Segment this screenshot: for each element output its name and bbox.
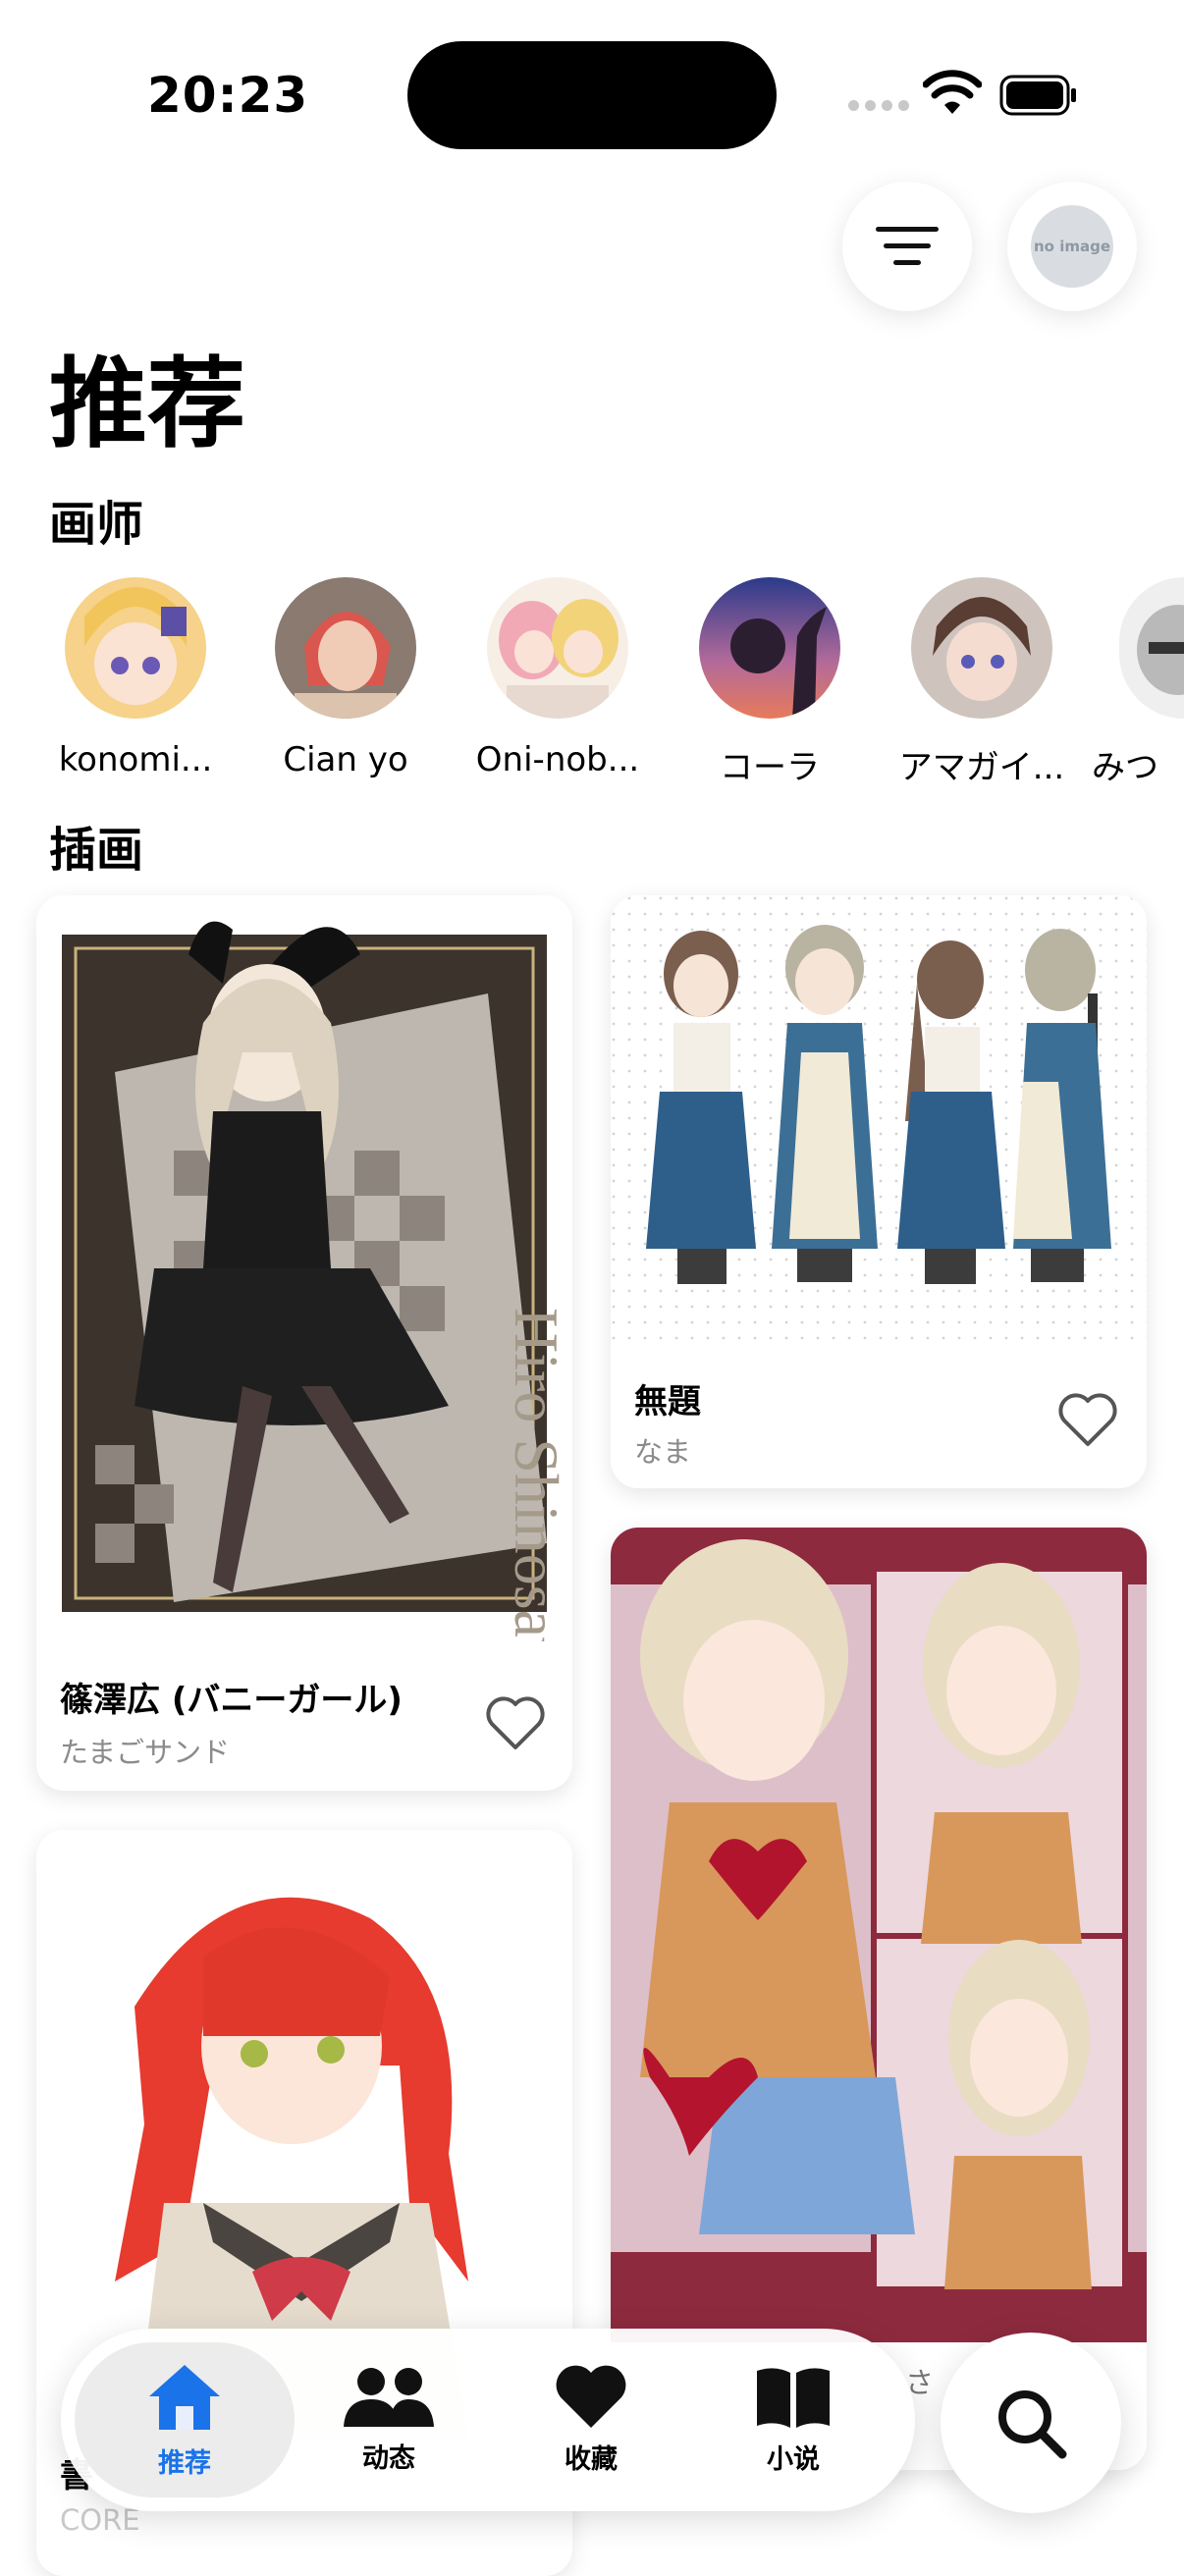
artist-name: konomi... — [58, 740, 213, 779]
artist-avatar — [699, 577, 840, 719]
dynamic-island — [407, 41, 777, 149]
artist-item[interactable]: みつ — [1092, 577, 1184, 788]
illustration-card[interactable]: 無題 なま — [611, 895, 1147, 1488]
artist-item[interactable]: コーラ — [672, 577, 868, 788]
artist-name: Cian yo — [283, 740, 408, 779]
battery-icon — [999, 75, 1076, 116]
page-title: 推荐 — [49, 347, 245, 461]
tab-label: 小说 — [767, 2443, 820, 2475]
wifi-icon — [923, 70, 982, 114]
illustration-image — [611, 895, 1147, 1347]
artist-item[interactable]: アマガイ... — [884, 577, 1080, 788]
artist-avatar — [911, 577, 1052, 719]
card-title: 無題 — [634, 1382, 701, 1422]
tab-favorites[interactable]: 收藏 — [493, 2329, 689, 2511]
bottom-tab-bar: 推荐 动态 收藏 小说 — [61, 2329, 915, 2511]
artist-avatar — [487, 577, 628, 719]
heart-icon — [556, 2365, 626, 2428]
tab-label: 动态 — [362, 2442, 415, 2474]
favorite-heart-icon[interactable] — [484, 1694, 547, 1751]
tab-recommend[interactable]: 推荐 — [75, 2342, 295, 2497]
people-icon — [344, 2367, 434, 2427]
artist-item[interactable]: Cian yo — [247, 577, 444, 779]
illustration-image: Hiro Shinosawa — [36, 895, 572, 1641]
artist-name: みつ — [1092, 748, 1158, 787]
filter-button[interactable] — [842, 182, 972, 311]
card-author: なま — [634, 1435, 692, 1469]
status-time: 20:23 — [147, 67, 309, 124]
tab-label: 收藏 — [565, 2443, 618, 2475]
card-title: 篠澤広 (バニーガール) — [60, 1681, 403, 1720]
cellular-signal-icon — [848, 100, 909, 111]
tab-feed[interactable]: 动态 — [291, 2329, 487, 2511]
tab-label: 推荐 — [158, 2447, 211, 2479]
artist-avatar — [1119, 577, 1184, 719]
card-author: CORE — [60, 2503, 140, 2537]
section-title-illustrations: 插画 — [49, 823, 144, 878]
artist-name: アマガイ... — [898, 748, 1065, 787]
illustration-card[interactable]: Hiro Shinosawa 篠澤広 (バニーガール) たまごサンド — [36, 895, 572, 1791]
book-icon — [757, 2367, 830, 2428]
artist-item[interactable]: Oni-nob... — [459, 577, 656, 779]
card-author: たまごサンド — [60, 1736, 231, 1769]
artist-name: コーラ — [720, 748, 820, 787]
card-image-text: Hiro Shinosawa — [502, 1308, 571, 1641]
home-icon — [149, 2364, 220, 2430]
favorite-heart-icon[interactable] — [1056, 1391, 1119, 1448]
filter-lines-icon — [876, 227, 939, 265]
tab-novels[interactable]: 小说 — [695, 2329, 891, 2511]
artist-avatar — [65, 577, 206, 719]
search-icon — [998, 2390, 1067, 2459]
artist-name: Oni-nob... — [475, 740, 640, 779]
avatar-placeholder: no image — [1031, 205, 1113, 288]
section-title-artists: 画师 — [49, 497, 144, 552]
user-avatar-button[interactable]: no image — [1007, 182, 1137, 311]
artist-avatar — [275, 577, 416, 719]
illustration-image — [611, 1528, 1147, 2342]
search-button[interactable] — [941, 2333, 1121, 2513]
artist-item[interactable]: konomi... — [37, 577, 234, 779]
